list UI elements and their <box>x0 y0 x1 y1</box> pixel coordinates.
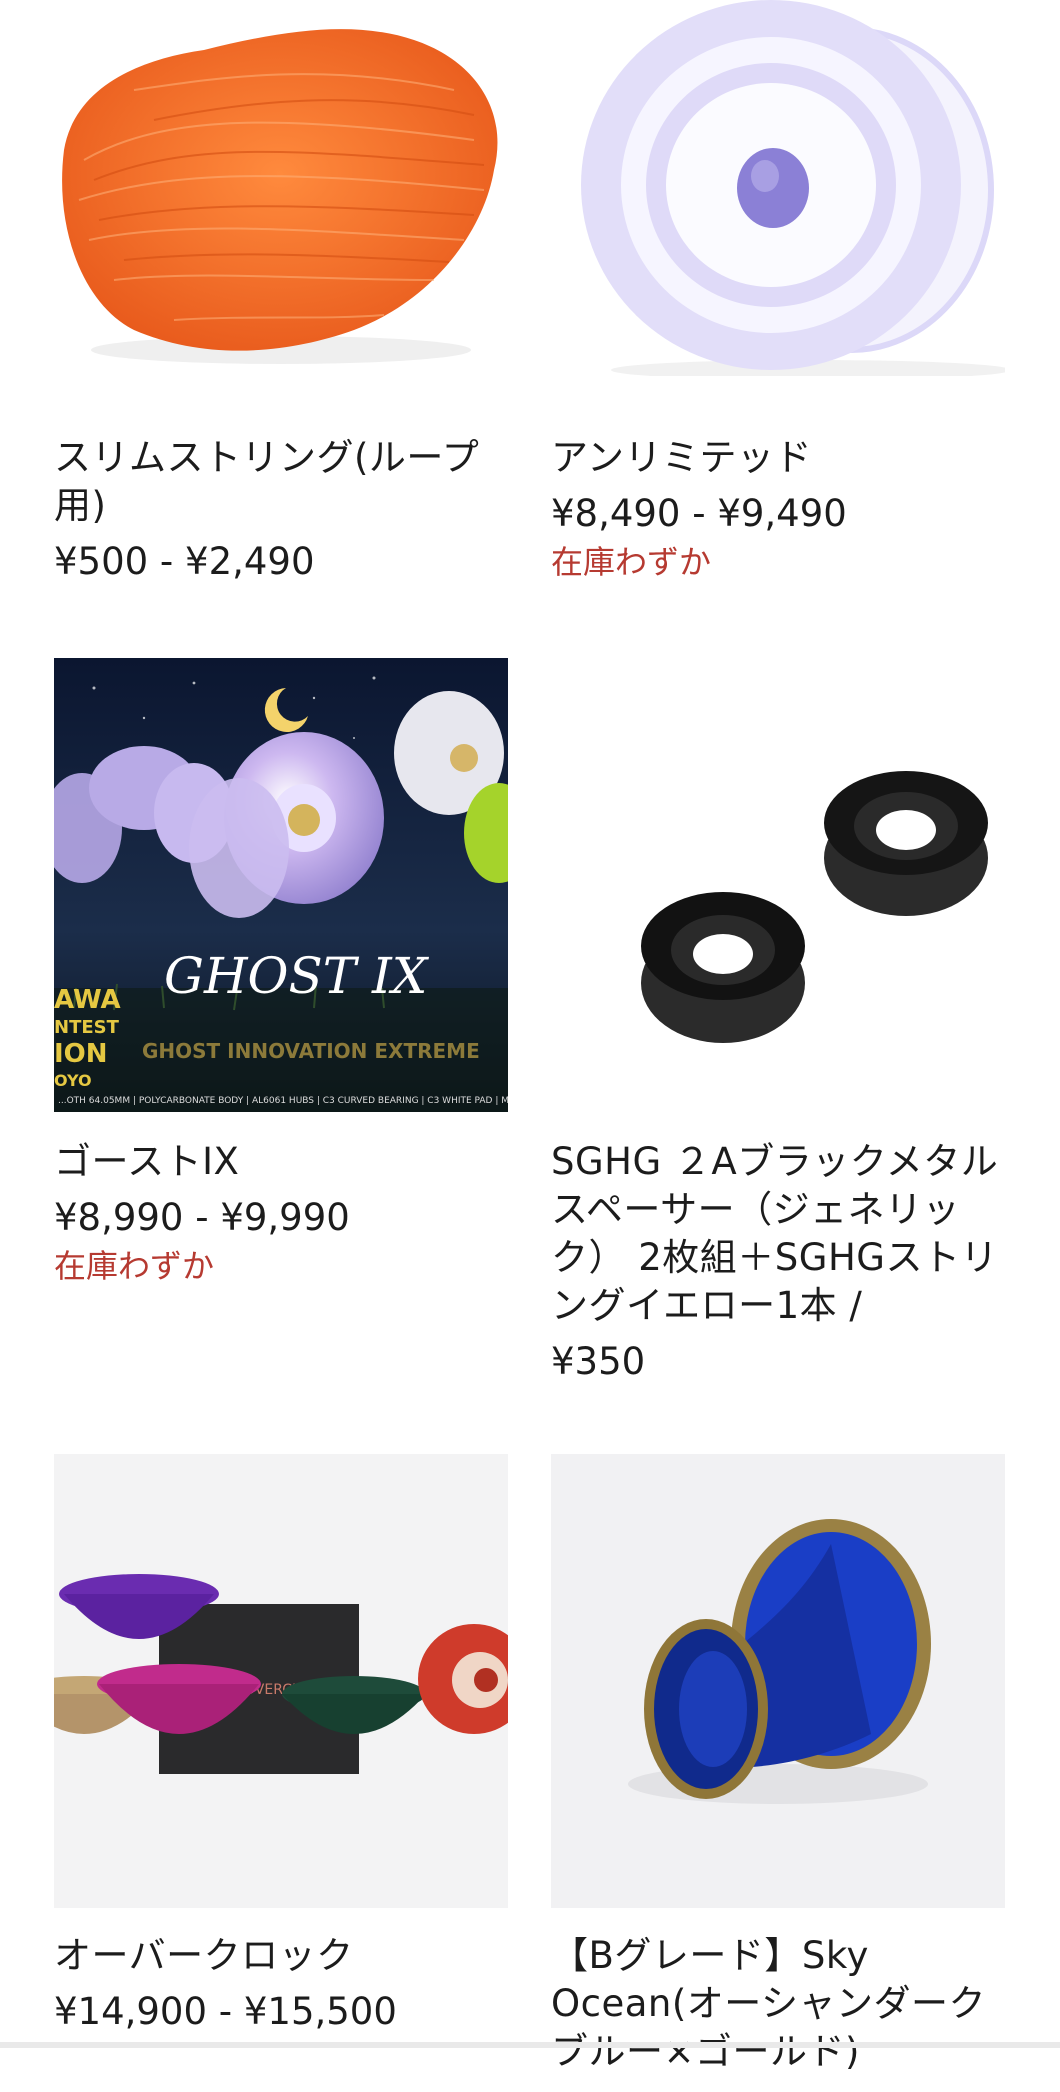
product-image-unlimited[interactable] <box>551 0 1005 376</box>
product-title[interactable]: アンリミテッド <box>551 434 1005 482</box>
product-title[interactable]: SGHG ２Aブラックメタルスペーサー（ジェネリック） 2枚組＋SGHGストリン… <box>551 1138 1005 1330</box>
product-title[interactable]: オーバークロック <box>54 1932 508 1980</box>
product-price: ¥350 <box>551 1340 646 1383</box>
stock-status-badge: 在庫わずか <box>551 543 712 581</box>
product-card[interactable]: 【Bグレード】Sky Ocean(オーシャンダークブルー×ゴールド) <box>551 1454 1005 2092</box>
stock-status-badge: 在庫わずか <box>54 1247 215 1285</box>
ghost-logo-text: GHOST IX <box>164 947 430 1005</box>
product-card[interactable]: スリムストリング(ループ用) ¥500 - ¥2,490 <box>54 0 508 586</box>
bottom-divider <box>0 2042 1060 2048</box>
product-image-sghg-spacer[interactable] <box>551 658 1005 1112</box>
product-price: ¥8,990 - ¥9,990 <box>54 1196 350 1239</box>
product-price: ¥500 - ¥2,490 <box>54 540 315 583</box>
product-card[interactable]: OVERCLOCK オーバークロック ¥14,900 - ¥15,500 <box>54 1454 508 2036</box>
product-image-slim-string[interactable] <box>54 0 508 376</box>
ghost-specs-text: ...OTH 64.05MM | POLYCARBONATE BODY | AL… <box>58 1096 508 1106</box>
product-title[interactable]: 【Bグレード】Sky Ocean(オーシャンダークブルー×ゴールド) <box>551 1932 1005 2092</box>
ghost-side-text-4: OYO <box>54 1071 92 1090</box>
product-image-ghost-ix[interactable]: GHOST IX GHOST INNOVATION EXTREME ...OTH… <box>54 658 508 1112</box>
product-image-overclock[interactable]: OVERCLOCK <box>54 1454 508 1908</box>
product-card[interactable]: アンリミテッド ¥8,490 - ¥9,490 在庫わずか <box>551 0 1005 584</box>
ghost-tagline-text: GHOST INNOVATION EXTREME <box>142 1039 480 1063</box>
product-grid: スリムストリング(ループ用) ¥500 - ¥2,490 アンリミテッド ¥8,… <box>0 0 1060 2073</box>
ghost-side-text-2: NTEST <box>54 1017 120 1038</box>
product-price: ¥8,490 - ¥9,490 <box>551 492 847 535</box>
product-image-sky-ocean[interactable] <box>551 1454 1005 1908</box>
product-title[interactable]: スリムストリング(ループ用) <box>54 434 508 530</box>
product-card[interactable]: GHOST IX GHOST INNOVATION EXTREME ...OTH… <box>54 658 508 1288</box>
product-card[interactable]: SGHG ２Aブラックメタルスペーサー（ジェネリック） 2枚組＋SGHGストリン… <box>551 658 1005 1386</box>
ghost-side-text-3: ION <box>54 1039 108 1069</box>
product-price: ¥14,900 - ¥15,500 <box>54 1990 397 2033</box>
ghost-side-text-1: AWA <box>54 985 121 1015</box>
product-title[interactable]: ゴーストIX <box>54 1138 508 1186</box>
